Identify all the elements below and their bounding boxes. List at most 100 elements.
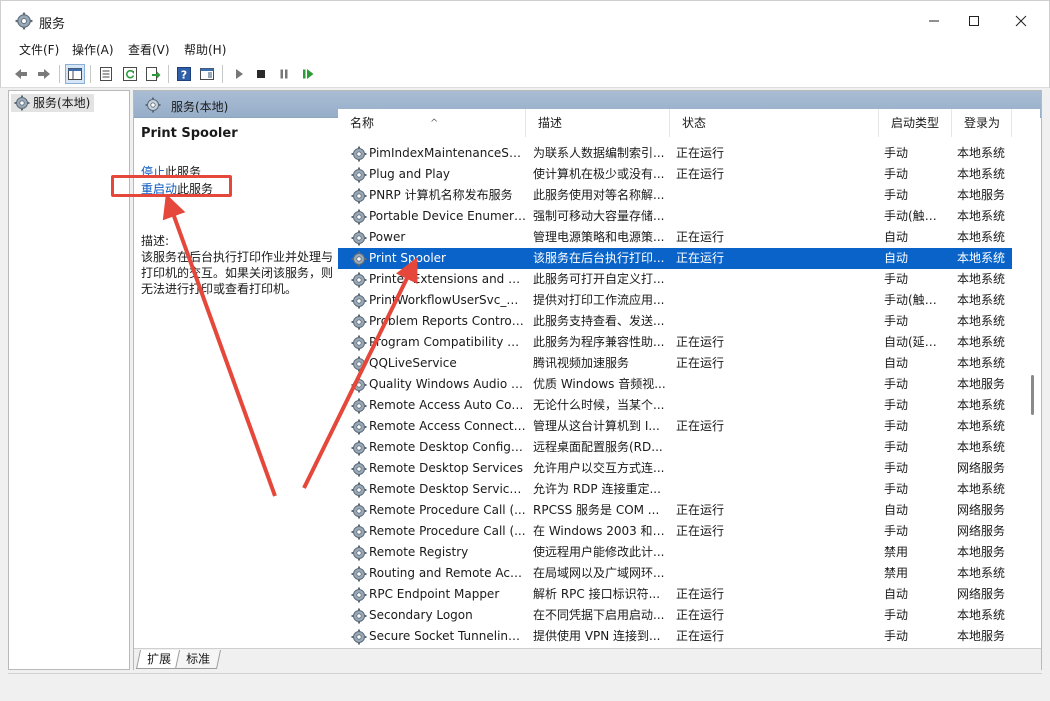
table-row[interactable]: Plug and Play 使计算机在极少或没有... 正在运行 手动 本地系统 xyxy=(338,164,1012,185)
export-icon xyxy=(146,67,161,81)
gear-icon xyxy=(351,566,367,582)
sort-ascending-icon: ^ xyxy=(430,118,439,129)
service-status: 正在运行 xyxy=(676,608,725,622)
gear-icon xyxy=(351,230,367,246)
maximize-button[interactable] xyxy=(951,1,997,41)
gear-icon xyxy=(351,167,367,183)
menu-action[interactable]: 操作(A) xyxy=(72,41,114,58)
service-logon-as: 网络服务 xyxy=(957,461,1006,475)
table-row[interactable]: Power 管理电源策略和电源策... 正在运行 自动 本地系统 xyxy=(338,227,1012,248)
column-header-description[interactable]: 描述 xyxy=(526,109,670,137)
service-logon-as: 本地系统 xyxy=(957,272,1006,286)
tree-item-label: 服务(本地) xyxy=(33,96,91,110)
table-row[interactable]: Remote Desktop Service... 允许为 RDP 连接重定...… xyxy=(338,479,1012,500)
service-name: Power xyxy=(369,230,406,244)
column-header-label: 登录为 xyxy=(964,116,1001,130)
column-header-logon-as[interactable]: 登录为 xyxy=(952,109,1012,137)
back-button[interactable] xyxy=(11,64,31,84)
stop-service-button[interactable] xyxy=(251,64,271,84)
restart-service-link[interactable]: 重启动 xyxy=(141,182,177,196)
column-header-name[interactable]: 名称 ^ xyxy=(338,109,526,137)
gear-icon xyxy=(14,95,30,111)
gear-icon xyxy=(351,188,367,204)
table-row[interactable]: Remote Access Auto Con... 无论什么时候，当某个... 手动… xyxy=(338,395,1012,416)
service-startup-type: 自动 xyxy=(884,356,909,370)
table-row[interactable]: Program Compatibility A... 此服务为程序兼容性助... 正… xyxy=(338,332,1012,353)
table-row[interactable]: PNRP 计算机名称发布服务 此服务使用对等名称解... 手动 本地服务 xyxy=(338,185,1012,206)
gear-icon xyxy=(351,629,367,645)
service-startup-type: 手动 xyxy=(884,419,909,433)
properties-button[interactable] xyxy=(96,64,116,84)
gear-icon xyxy=(351,272,367,288)
gear-icon xyxy=(351,608,367,624)
gear-icon xyxy=(351,314,367,330)
service-name: Remote Desktop Configu... xyxy=(369,440,526,454)
service-description: 该服务在后台执行打印作业并处理与打印机的交互。如果关闭该服务，则无法进行打印或查… xyxy=(141,250,334,296)
table-row[interactable]: Routing and Remote Acc... 在局域网以及广域网环... 禁用… xyxy=(338,563,1012,584)
table-row[interactable]: Secure Socket Tunneling ... 提供使用 VPN 连接到.… xyxy=(338,626,1012,647)
export-list-button[interactable] xyxy=(143,64,163,84)
service-name: Secure Socket Tunneling ... xyxy=(369,629,526,643)
table-row[interactable]: Secondary Logon 在不同凭据下启用启动... 正在运行 手动 本地系统 xyxy=(338,605,1012,626)
tree-item-services-local[interactable]: 服务(本地) xyxy=(11,94,95,112)
menu-help[interactable]: 帮助(H) xyxy=(184,41,226,58)
table-row[interactable]: Printer Extensions and N... 此服务可打开自定义打...… xyxy=(338,269,1012,290)
action-pane-button[interactable] xyxy=(197,64,217,84)
table-row[interactable]: Remote Access Connecti... 管理从这台计算机到 I... 正… xyxy=(338,416,1012,437)
service-status: 正在运行 xyxy=(676,629,725,643)
table-row[interactable]: Remote Desktop Services 允许用户以交互方式连... 手动 网络… xyxy=(338,458,1012,479)
service-startup-type: 手动 xyxy=(884,440,909,454)
gear-icon xyxy=(351,377,367,393)
description-label: 描述: xyxy=(141,234,170,248)
service-description-cell: 此服务为程序兼容性助... xyxy=(533,335,665,349)
gear-icon xyxy=(351,398,367,414)
forward-button[interactable] xyxy=(34,64,54,84)
close-button[interactable] xyxy=(998,1,1044,41)
service-status: 正在运行 xyxy=(676,230,725,244)
menu-file[interactable]: 文件(F) xyxy=(19,41,59,58)
tab-standard[interactable]: 标准 xyxy=(174,650,222,669)
gear-icon xyxy=(351,524,367,540)
pause-service-button[interactable] xyxy=(274,64,294,84)
table-row[interactable]: Remote Registry 使远程用户能修改此计... 禁用 本地服务 xyxy=(338,542,1012,563)
refresh-button[interactable] xyxy=(120,64,140,84)
service-description-cell: 该服务在后台执行打印... xyxy=(533,251,665,265)
restart-service-button[interactable] xyxy=(298,64,318,84)
vertical-scrollbar[interactable] xyxy=(1026,109,1040,649)
table-row[interactable]: Portable Device Enumera... 强制可移动大容量存储... 手… xyxy=(338,206,1012,227)
table-row[interactable]: PrintWorkflowUserSvc_82... 提供对打印工作流应用... 手… xyxy=(338,290,1012,311)
service-startup-type: 手动 xyxy=(884,272,909,286)
table-row[interactable]: PimIndexMaintenanceSvc... 为联系人数据编制索引... 正在… xyxy=(338,143,1012,164)
window-title: 服务 xyxy=(39,17,66,32)
column-header-startup-type[interactable]: 启动类型 xyxy=(879,109,952,137)
table-row[interactable]: Problem Reports Control... 此服务支持查看、发送... 手… xyxy=(338,311,1012,332)
table-row[interactable]: RPC Endpoint Mapper 解析 RPC 接口标识符... 正在运行 自动… xyxy=(338,584,1012,605)
restart-service-suffix: 此服务 xyxy=(177,182,214,196)
service-name: PrintWorkflowUserSvc_82... xyxy=(369,293,526,307)
service-startup-type: 手动(触发... xyxy=(884,293,948,307)
service-name: Remote Procedure Call (... xyxy=(369,524,526,538)
service-logon-as: 本地系统 xyxy=(957,419,1006,433)
maximize-icon xyxy=(969,16,979,26)
start-service-button[interactable] xyxy=(229,64,249,84)
table-row[interactable]: Remote Procedure Call (... 在 Windows 2003… xyxy=(338,521,1012,542)
service-description-cell: 使远程用户能修改此计... xyxy=(533,545,665,559)
menu-view[interactable]: 查看(V) xyxy=(128,41,170,58)
service-startup-type: 自动 xyxy=(884,251,909,265)
content-pane: 服务(本地) Print Spooler 停止此服务 重启动此服务 描述: 该服… xyxy=(133,90,1042,670)
help-button[interactable]: ? xyxy=(174,64,194,84)
stop-service-link[interactable]: 停止 xyxy=(141,165,165,179)
table-row[interactable]: QQLiveService 腾讯视频加速服务 正在运行 自动 本地系统 xyxy=(338,353,1012,374)
service-logon-as: 本地系统 xyxy=(957,335,1006,349)
service-startup-type: 自动 xyxy=(884,587,909,601)
service-startup-type: 手动 xyxy=(884,188,909,202)
table-row[interactable]: Quality Windows Audio V... 优质 Windows 音频视… xyxy=(338,374,1012,395)
column-header-status[interactable]: 状态 xyxy=(670,109,879,137)
table-row[interactable]: Print Spooler 该服务在后台执行打印... 正在运行 自动 本地系统 xyxy=(338,248,1012,269)
service-status: 正在运行 xyxy=(676,335,725,349)
column-header-label: 描述 xyxy=(538,116,563,130)
table-row[interactable]: Remote Procedure Call (... RPCSS 服务是 COM … xyxy=(338,500,1012,521)
show-hide-console-tree-button[interactable] xyxy=(65,64,85,84)
scrollbar-thumb[interactable] xyxy=(1031,375,1034,415)
table-row[interactable]: Remote Desktop Configu... 远程桌面配置服务(RD... 手… xyxy=(338,437,1012,458)
